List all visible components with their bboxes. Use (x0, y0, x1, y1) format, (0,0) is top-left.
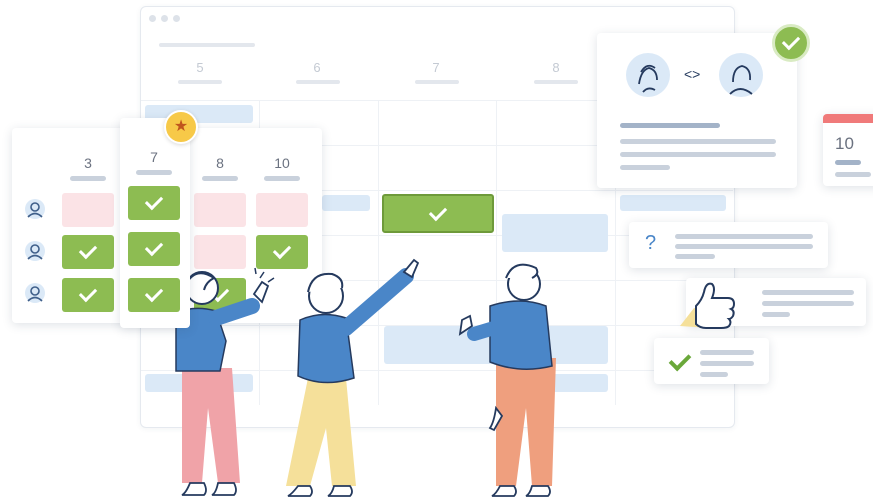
text-placeholder (620, 165, 670, 170)
approved-check-icon (772, 24, 810, 62)
day-label-placeholder (264, 176, 300, 181)
employee-icon (25, 199, 45, 219)
confirmed-slot[interactable] (62, 278, 114, 312)
unavailable-slot[interactable] (194, 193, 246, 227)
text-placeholder (762, 312, 790, 317)
calendar-day: 10 (835, 134, 854, 153)
selected-shift-slot[interactable] (382, 194, 494, 233)
schedule-day-number: 3 (84, 155, 92, 171)
confirmation-card (654, 338, 769, 384)
employee-icon (25, 283, 45, 303)
swap-symbol: <> (684, 66, 701, 82)
day-label-placeholder (178, 80, 222, 84)
question-mark-icon: ? (645, 232, 657, 254)
day-label-placeholder (296, 80, 340, 84)
text-placeholder (620, 139, 776, 144)
confirmed-slot[interactable] (128, 232, 180, 266)
thumbs-up-icon (680, 282, 736, 329)
text-placeholder (762, 301, 854, 306)
check-icon (428, 202, 448, 221)
confirmed-slot[interactable] (128, 186, 180, 220)
window-dot (173, 15, 180, 22)
text-placeholder (762, 290, 854, 295)
text-placeholder (835, 172, 871, 177)
calendar-header-strip (823, 114, 873, 123)
calendar-day-number: 6 (313, 60, 321, 75)
star-icon: ★ (164, 110, 198, 144)
schedule-day-number: 7 (150, 149, 158, 165)
unavailable-slot[interactable] (62, 193, 114, 227)
person-thumbs-up (458, 263, 556, 497)
window-dot (149, 15, 156, 22)
confirmed-slot[interactable] (62, 235, 114, 269)
day-label-placeholder (534, 80, 578, 84)
check-icon (144, 237, 164, 257)
check-icon (78, 240, 98, 260)
text-placeholder (700, 372, 728, 377)
mini-calendar-page: 10 (823, 114, 873, 186)
check-icon (78, 283, 98, 303)
event-block[interactable] (502, 214, 608, 252)
text-placeholder (620, 152, 776, 157)
text-placeholder (700, 350, 754, 355)
employee-icon (25, 241, 45, 261)
check-icon (668, 348, 692, 372)
team-illustration (175, 258, 556, 497)
check-icon (781, 31, 801, 51)
event-block[interactable] (620, 195, 726, 211)
person-pointing (286, 258, 420, 497)
calendar-day-number: 7 (432, 60, 440, 75)
event-block[interactable] (322, 195, 370, 211)
question-card: ? (629, 222, 828, 268)
check-icon (144, 191, 164, 211)
employee-avatar-icon (719, 53, 763, 97)
text-placeholder (620, 123, 720, 128)
calendar-title-placeholder (159, 43, 255, 47)
text-placeholder (675, 244, 813, 249)
text-placeholder (675, 234, 813, 239)
day-label-placeholder (202, 176, 238, 181)
check-icon (272, 240, 292, 260)
calendar-day-number: 5 (196, 60, 204, 75)
text-placeholder (675, 254, 715, 259)
window-dot (161, 15, 168, 22)
check-icon (144, 283, 164, 303)
day-label-placeholder (415, 80, 459, 84)
text-placeholder (835, 160, 861, 165)
schedule-day-number: 8 (216, 155, 224, 171)
employee-avatar-icon (626, 53, 670, 97)
confirmed-slot[interactable] (128, 278, 180, 312)
day-label-placeholder (70, 176, 106, 181)
calendar-day-number: 8 (552, 60, 560, 75)
unavailable-slot[interactable] (256, 193, 308, 227)
day-label-placeholder (136, 170, 172, 175)
text-placeholder (700, 361, 754, 366)
person-clapping (175, 267, 275, 496)
schedule-day-number: 10 (274, 155, 290, 171)
